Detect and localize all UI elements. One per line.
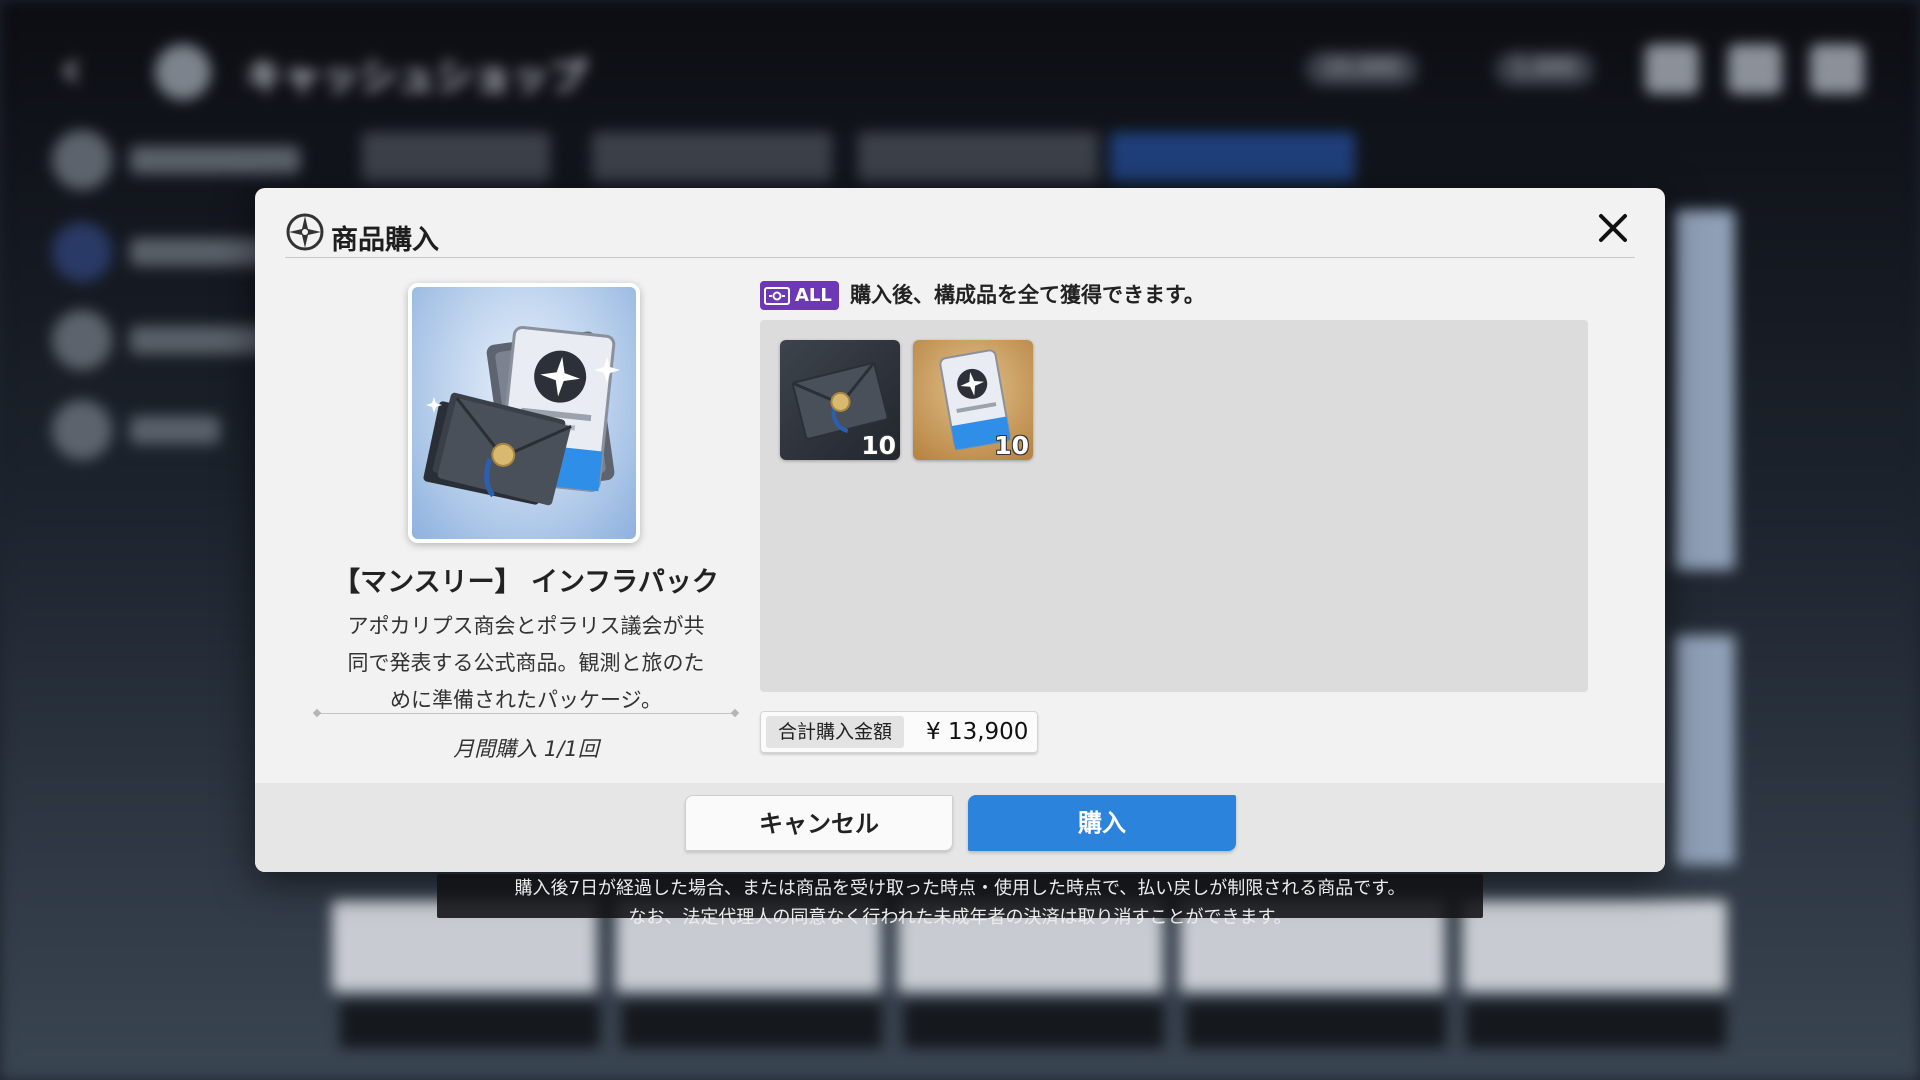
compass-star-icon — [286, 213, 324, 251]
modal-title: 商品購入 — [331, 225, 439, 256]
buy-button[interactable]: 購入 — [968, 795, 1236, 851]
menu-icon — [1810, 44, 1864, 94]
currency-2-display: 1,000 — [1495, 52, 1594, 86]
gift-icon — [1645, 44, 1699, 94]
bg-price — [1186, 1002, 1446, 1048]
bg-price — [340, 1002, 600, 1048]
bg-card — [1675, 635, 1735, 865]
bg-price — [622, 1002, 882, 1048]
bg-price — [904, 1002, 1164, 1048]
product-description: アポカリプス商会とポラリス議会が共 同で発表する公式商品。観測と旅のた めに準備… — [347, 614, 705, 712]
total-price-value: ¥ 13,900 — [926, 719, 1029, 745]
bg-tab — [362, 132, 550, 182]
nav-icon — [52, 130, 112, 190]
product-name: 【マンスリー】 インフラパック — [333, 567, 719, 598]
bg-card — [1462, 900, 1727, 992]
modal-header: 商品購入 — [285, 208, 1635, 258]
shop-title: キャッシュショップ — [245, 55, 588, 99]
back-arrow-icon: ‹ — [60, 37, 82, 100]
total-price-box: 合計購入金額 ¥ 13,900 — [760, 711, 1038, 753]
item-slot-ticket[interactable]: 10 — [913, 340, 1033, 460]
nav-icon — [52, 222, 112, 282]
purchase-limit: 月間購入 1/1回 — [453, 737, 599, 761]
bg-card — [1675, 210, 1735, 570]
total-price-label: 合計購入金額 — [766, 716, 905, 748]
mail-icon — [1728, 44, 1782, 94]
divider — [317, 713, 735, 714]
modal-footer: キャンセル 購入 — [255, 783, 1665, 872]
nav-icon — [52, 310, 112, 370]
ticket-badge-icon — [764, 286, 790, 305]
currency-1-display: 10,000 — [1305, 52, 1418, 86]
purchase-modal: 商品購入 【マンスリー】 インフラパック アポカリプス商会とポラリス議会が共 同… — [255, 188, 1665, 872]
product-image — [408, 283, 640, 543]
item-quantity: 10 — [861, 431, 896, 460]
contents-item-area: 10 10 — [760, 320, 1588, 692]
contents-description: 購入後、構成品を全て獲得できます。 — [850, 283, 1205, 307]
item-slot-envelope[interactable]: 10 — [780, 340, 900, 460]
item-quantity: 10 — [994, 431, 1029, 460]
nav-icon — [52, 400, 112, 460]
cancel-button[interactable]: キャンセル — [685, 795, 953, 851]
shop-logo-icon — [155, 44, 211, 100]
refund-notice: 購入後7日が経過した場合、または商品を受け取った時点・使用した時点で、払い戻しが… — [437, 874, 1483, 928]
all-badge: ALL — [760, 281, 839, 310]
close-icon[interactable] — [1593, 208, 1633, 248]
bg-tab-active — [1110, 132, 1355, 182]
bg-tab — [858, 132, 1098, 182]
bg-tab — [592, 132, 832, 182]
infra-pack-illustration-icon — [423, 325, 620, 506]
bg-price — [1466, 1002, 1726, 1048]
